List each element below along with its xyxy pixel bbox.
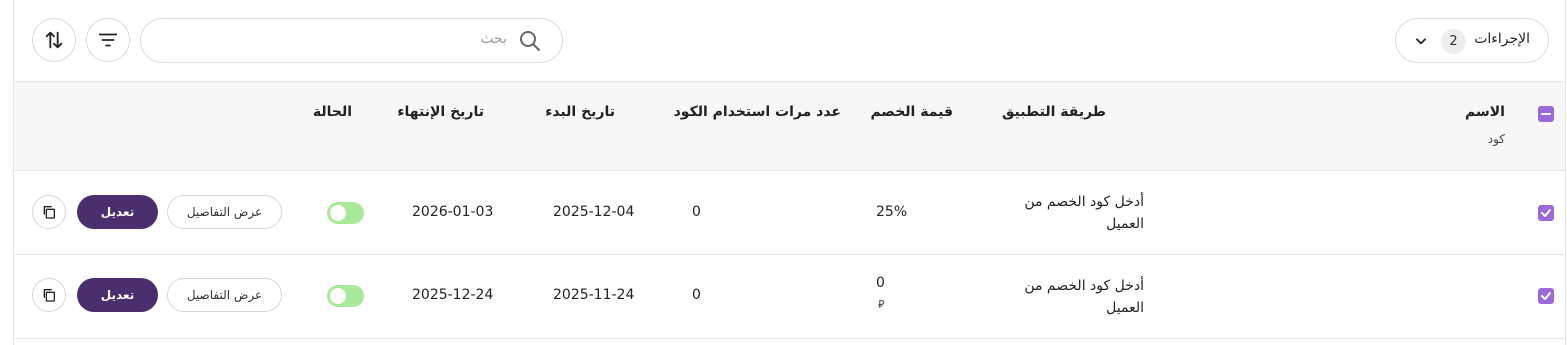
filter-button[interactable] [86,18,130,62]
actions-count-badge: 2 [1441,29,1466,54]
table-row: أدخل كود الخصم من العميل 0 ⃁ 0 2025-11-2… [14,255,1565,339]
table-row: أدخل كود الخصم من العميل 25% 0 2025-12-0… [14,171,1565,255]
copy-button[interactable] [32,195,66,229]
uses-cell: 0 [692,204,701,220]
currency-riyal-symbol: ⃁ [878,298,885,311]
method-cell: أدخل كود الخصم من العميل [1024,278,1144,316]
discount-cell: 25% [876,204,908,220]
toggle-knob [330,205,346,221]
header-end-date: تاريخ الإنتهاء [397,104,484,120]
header-uses: عدد مرات استخدام الكود [673,104,841,120]
right-divider [1565,0,1566,345]
header-discount: قيمة الخصم [870,104,953,120]
copy-icon [43,289,55,302]
edit-button[interactable]: تعديل [77,278,158,312]
actions-dropdown[interactable]: الإجراءات 2 [1395,18,1549,63]
toggle-knob [330,288,346,304]
view-details-button[interactable]: عرض التفاصيل [167,195,282,229]
edit-button[interactable]: تعديل [77,195,158,229]
check-icon [1541,292,1551,300]
header-code: كود [1487,132,1505,146]
copy-button[interactable] [32,278,66,312]
sort-button[interactable] [32,18,76,62]
search-placeholder: بحث [480,31,507,47]
status-toggle[interactable] [327,202,364,224]
sort-arrows-icon [45,31,63,49]
copy-icon [43,206,55,219]
end-date-cell: 2026-01-03 [412,204,494,220]
method-cell: أدخل كود الخصم من العميل [1024,194,1144,232]
header-status: الحالة [312,104,352,120]
chevron-down-icon [1416,38,1426,45]
search-field[interactable]: بحث [140,18,563,63]
row-checkbox[interactable] [1538,205,1554,221]
minus-icon [1541,113,1551,115]
end-date-cell: 2025-12-24 [412,287,494,303]
status-toggle[interactable] [327,285,364,307]
header-start-date: تاريخ البدء [545,104,615,120]
row-checkbox[interactable] [1538,288,1554,304]
view-details-button[interactable]: عرض التفاصيل [167,278,282,312]
start-date-cell: 2025-11-24 [553,287,635,303]
table-header: الاسم كود طريقة التطبيق قيمة الخصم عدد م… [14,81,1565,171]
check-icon [1541,209,1551,217]
header-name: الاسم [1465,104,1505,120]
select-all-checkbox[interactable] [1538,106,1554,122]
filter-lines-icon [98,33,118,47]
discount-cell: 0 [876,275,885,291]
search-icon [520,31,540,51]
coupons-table-view: بحث الإجراءات 2 الاسم كود طريقة التطبيق … [0,0,1567,345]
uses-cell: 0 [692,287,701,303]
header-method: طريقة التطبيق [1001,104,1106,120]
start-date-cell: 2025-12-04 [553,204,635,220]
actions-label: الإجراءات [1474,31,1530,47]
